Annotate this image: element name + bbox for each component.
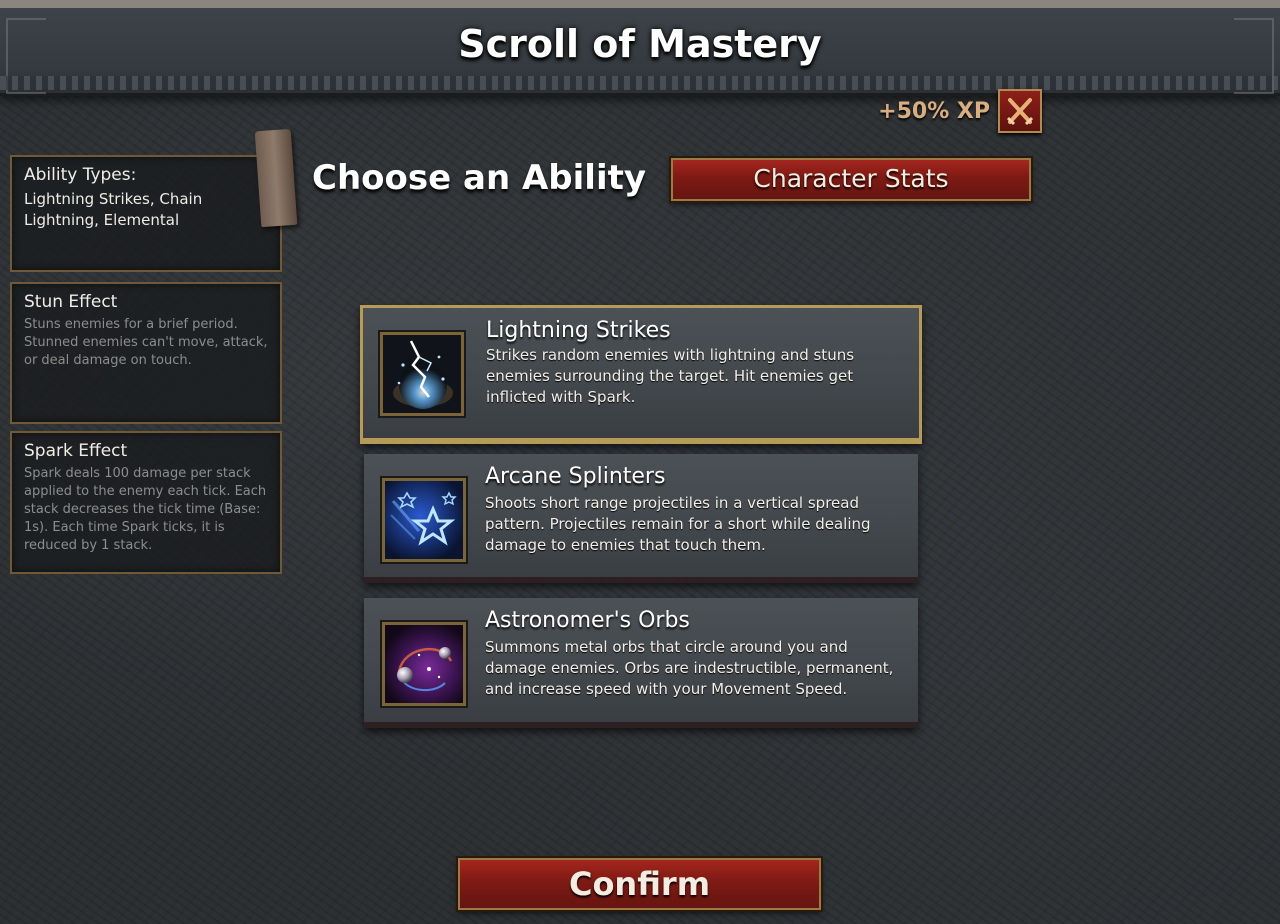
page-title: Scroll of Mastery	[458, 22, 822, 66]
spark-effect-description: Spark deals 100 damage per stack applied…	[24, 466, 267, 553]
confirm-button[interactable]: Confirm	[458, 858, 821, 910]
ability-types-panel: Ability Types: Lightning Strikes, Chain …	[10, 155, 282, 272]
ability-description: Strikes random enemies with lightning an…	[486, 346, 855, 406]
ability-name: Astronomer's Orbs	[485, 608, 690, 633]
spark-effect-title: Spark Effect	[24, 441, 128, 461]
crossed-swords-icon[interactable]	[998, 89, 1042, 133]
character-stats-button[interactable]: Character Stats	[671, 158, 1031, 201]
astronomer-orbs-icon	[382, 622, 466, 706]
ability-card-arcane-splinters[interactable]: Arcane Splinters Shoots short range proj…	[364, 454, 918, 583]
stun-effect-title: Stun Effect	[24, 292, 118, 312]
ability-types-value: Lightning Strikes, Chain Lightning, Elem…	[24, 190, 203, 229]
ability-types-title: Ability Types:	[24, 165, 137, 185]
choose-ability-heading: Choose an Ability	[312, 158, 647, 198]
ability-description: Summons metal orbs that circle around yo…	[485, 638, 894, 698]
spark-effect-panel: Spark Effect Spark deals 100 damage per …	[10, 431, 282, 574]
title-banner: Scroll of Mastery	[0, 0, 1280, 96]
stun-effect-panel: Stun Effect Stuns enemies for a brief pe…	[10, 282, 282, 424]
arcane-splinters-icon	[382, 478, 466, 562]
ability-card-lightning-strikes[interactable]: Lightning Strikes Strikes random enemies…	[360, 305, 922, 444]
ability-card-astronomers-orbs[interactable]: Astronomer's Orbs Summons metal orbs tha…	[364, 598, 918, 728]
ability-name: Lightning Strikes	[486, 318, 671, 343]
scroll-decoration	[254, 128, 298, 228]
banner-ornament-strip	[0, 76, 1280, 90]
lightning-strike-icon	[380, 332, 464, 416]
stun-effect-description: Stuns enemies for a brief period. Stunne…	[24, 317, 268, 368]
xp-bonus-label: +50% XP	[878, 99, 990, 124]
ability-description: Shoots short range projectiles in a vert…	[485, 494, 871, 554]
ability-name: Arcane Splinters	[485, 464, 666, 489]
